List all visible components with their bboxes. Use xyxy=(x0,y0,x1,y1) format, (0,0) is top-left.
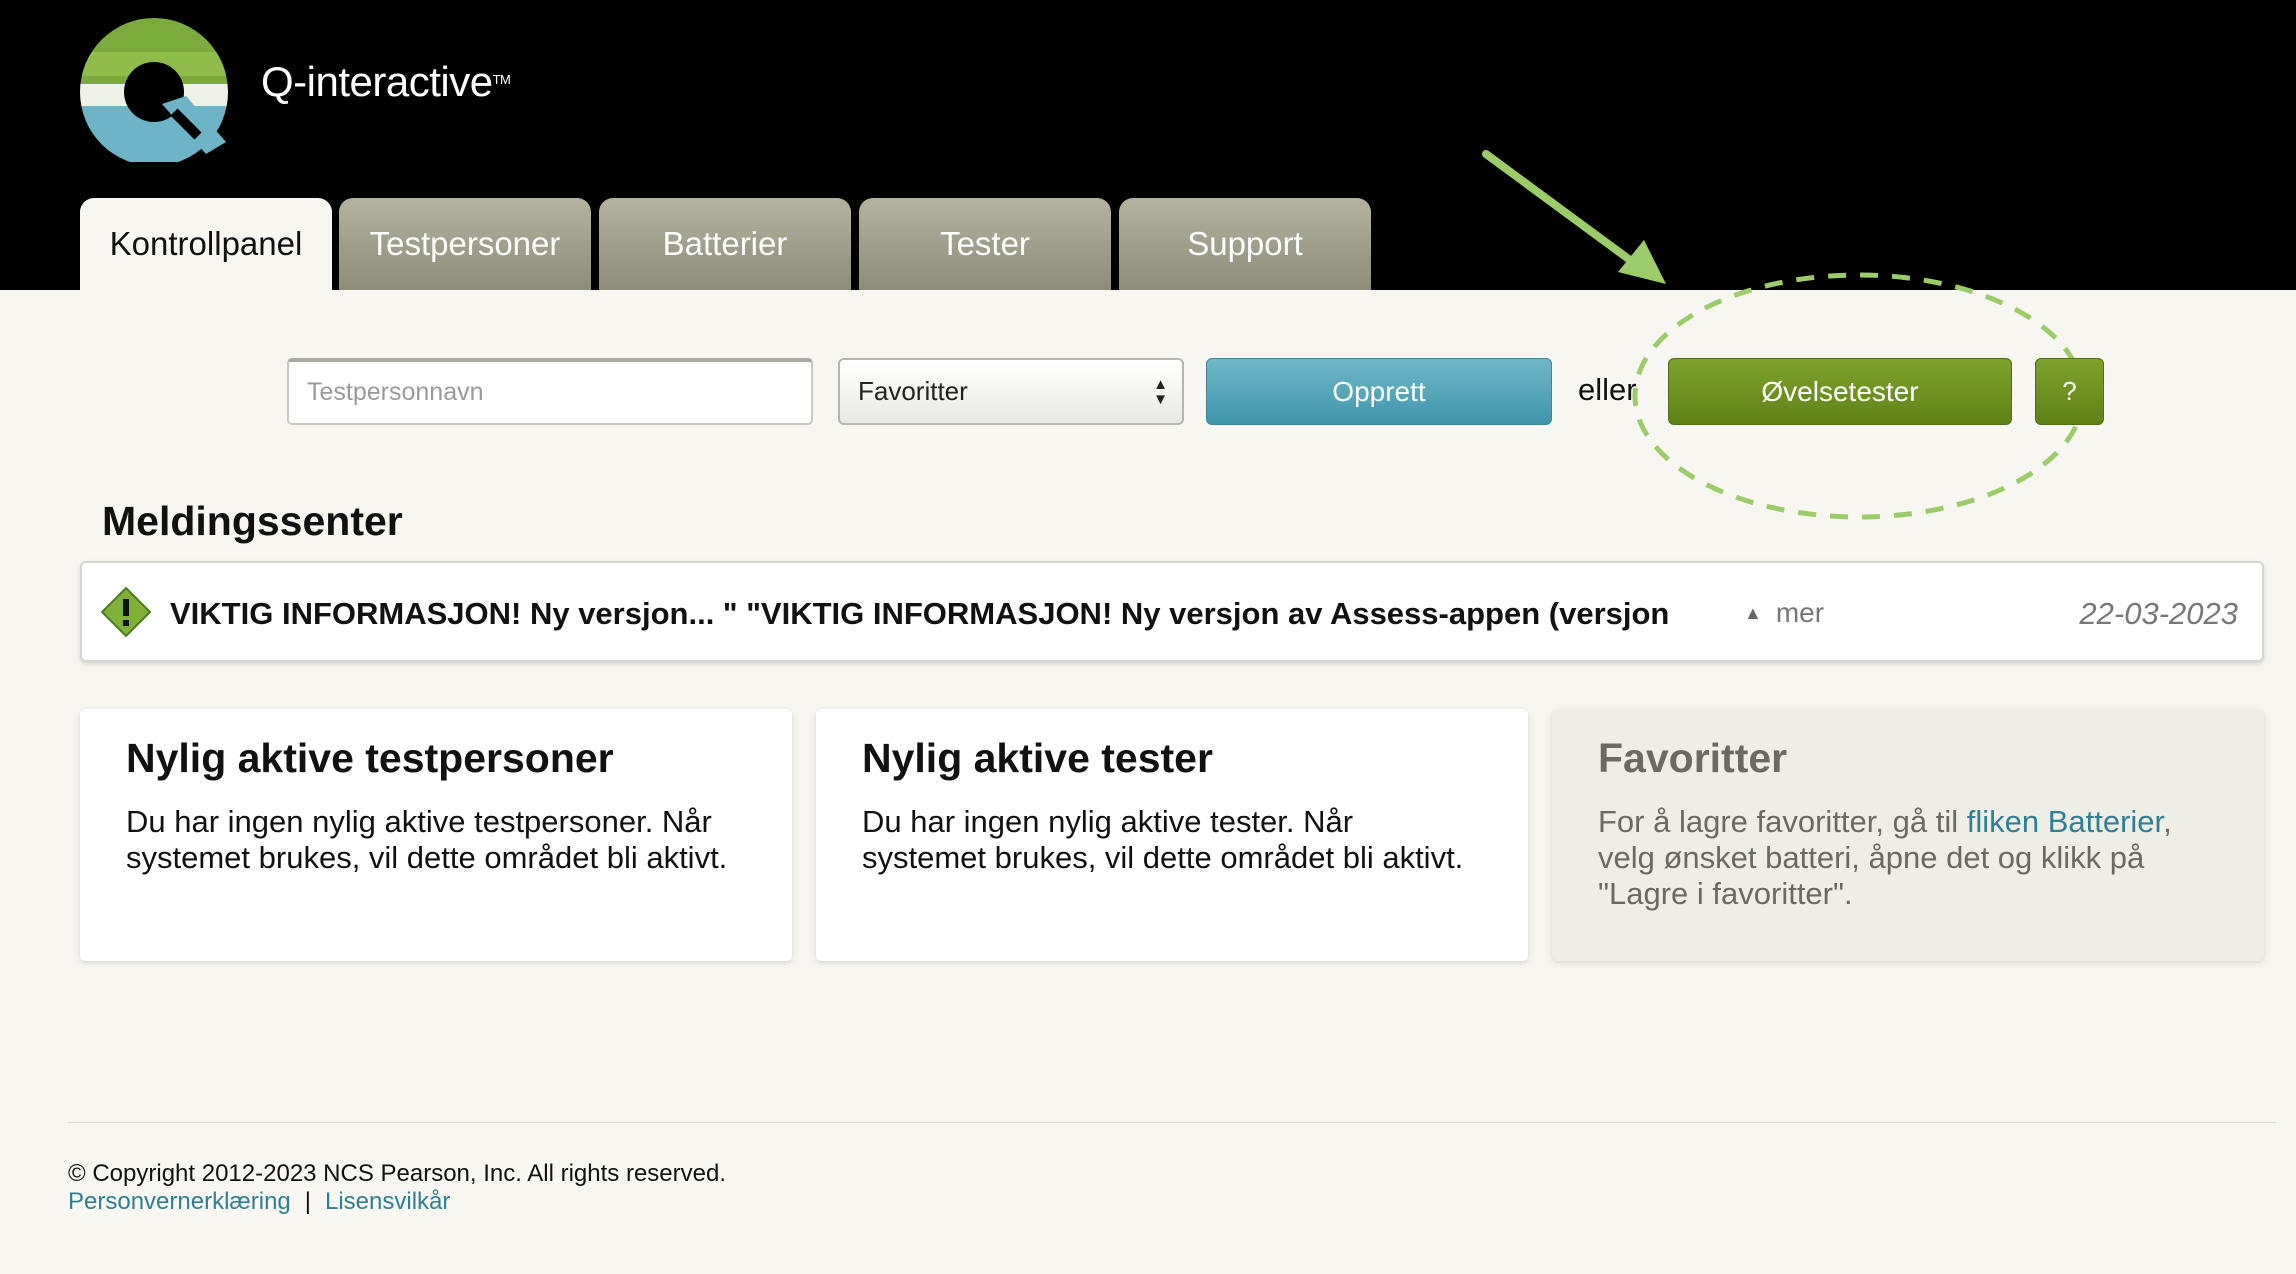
privacy-link[interactable]: Personvernerklæring xyxy=(68,1188,291,1215)
recent-persons-card: Nylig aktive testpersoner Du har ingen n… xyxy=(80,709,792,961)
card-body: For å lagre favoritter, gå til fliken Ba… xyxy=(1598,804,2218,912)
favorites-card: Favoritter For å lagre favoritter, gå ti… xyxy=(1552,709,2264,961)
tab-batterier[interactable]: Batterier xyxy=(599,198,851,290)
message-center-heading: Meldingssenter xyxy=(102,498,403,544)
footer-divider xyxy=(68,1122,2276,1123)
help-button[interactable]: ? xyxy=(2035,358,2104,425)
card-title: Nylig aktive tester xyxy=(862,735,1213,781)
practice-tests-button[interactable]: Øvelsetester xyxy=(1668,358,2012,425)
top-header: Q-interactiveTM Kontrollpanel Testperson… xyxy=(0,0,2296,290)
card-title: Nylig aktive testpersoner xyxy=(126,735,614,781)
or-label: eller xyxy=(1578,372,1637,407)
create-button[interactable]: Opprett xyxy=(1206,358,1552,425)
tab-testpersoner[interactable]: Testpersoner xyxy=(339,198,591,290)
copyright-text: © Copyright 2012-2023 NCS Pearson, Inc. … xyxy=(68,1160,727,1187)
message-text: VIKTIG INFORMASJON! Ny versjon... " "VIK… xyxy=(170,596,1670,631)
brand-title: Q-interactiveTM xyxy=(261,58,511,105)
card-body: Du har ingen nylig aktive tester. Når sy… xyxy=(862,804,1464,875)
search-input[interactable] xyxy=(287,358,813,425)
tab-kontrollpanel[interactable]: Kontrollpanel xyxy=(80,198,332,290)
link-separator: | xyxy=(304,1188,311,1215)
warning-icon xyxy=(100,586,152,638)
chevron-updown-icon: ▲ ▼ xyxy=(1153,376,1168,408)
license-link[interactable]: Lisensvilkår xyxy=(325,1188,450,1215)
trademark-mark: TM xyxy=(492,72,511,87)
tab-tester[interactable]: Tester xyxy=(859,198,1111,290)
tab-support[interactable]: Support xyxy=(1119,198,1371,290)
card-title: Favoritter xyxy=(1598,735,1788,781)
favorites-select[interactable]: Favoritter ▲ ▼ xyxy=(838,358,1184,425)
more-label: mer xyxy=(1775,597,1825,628)
card-body: Du har ingen nylig aktive testpersoner. … xyxy=(126,804,728,875)
more-toggle[interactable]: ▲ mer xyxy=(1744,597,1824,629)
footer-links: Personvernerklæring | Lisensvilkår xyxy=(68,1188,450,1216)
select-value: Favoritter xyxy=(858,376,968,406)
caret-up-icon: ▲ xyxy=(1744,602,1762,623)
recent-tests-card: Nylig aktive tester Du har ingen nylig a… xyxy=(816,709,1528,961)
message-date: 22-03-2023 xyxy=(2079,596,2238,631)
message-item[interactable]: VIKTIG INFORMASJON! Ny versjon... " "VIK… xyxy=(80,561,2264,662)
q-logo-icon[interactable] xyxy=(78,12,238,166)
body-text: For å lagre favoritter, gå til xyxy=(1598,804,1967,839)
batteries-tab-link[interactable]: fliken Batterier xyxy=(1967,804,2163,839)
